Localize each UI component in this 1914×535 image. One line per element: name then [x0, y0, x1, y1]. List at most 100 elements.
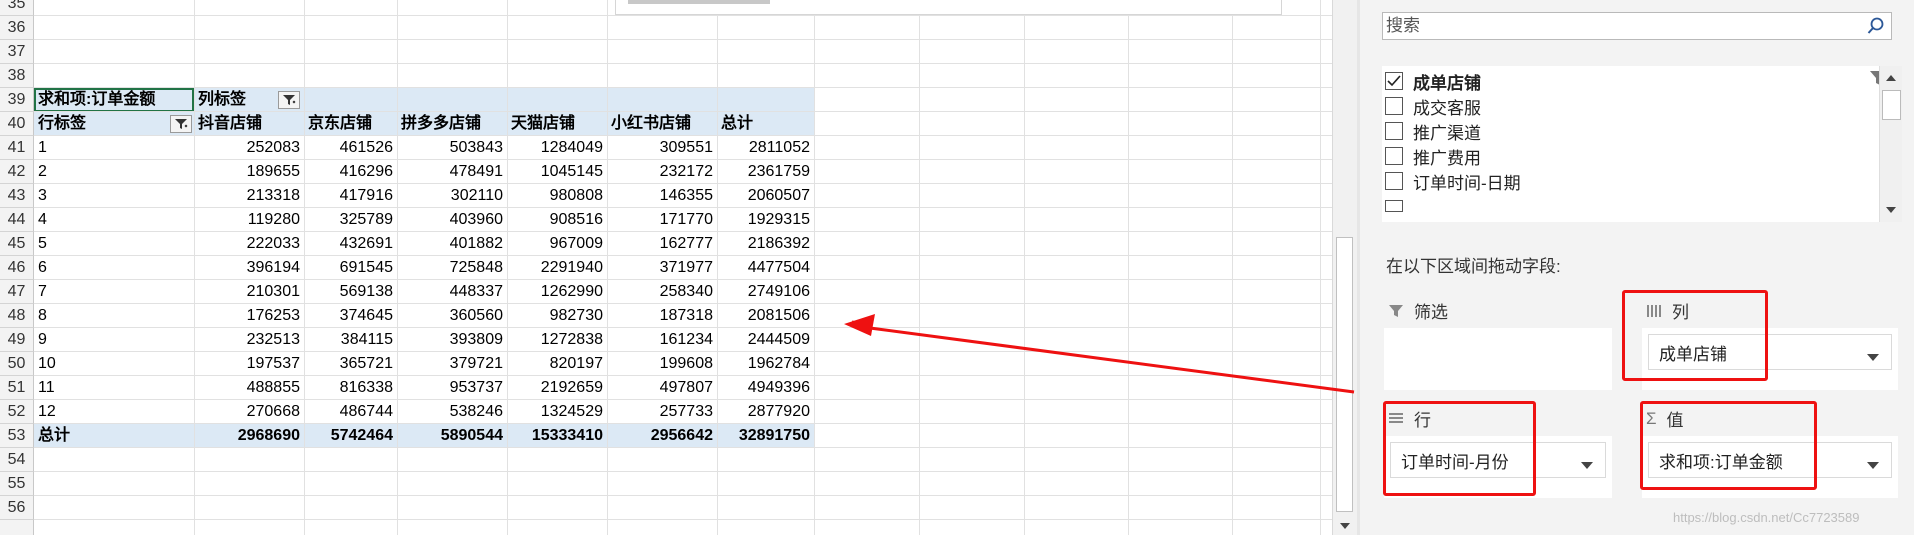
- sheet-row[interactable]: [0, 520, 1332, 535]
- chevron-down-icon[interactable]: [1581, 455, 1593, 475]
- spreadsheet[interactable]: 35 36 37 38 39 求和项:订单金额 列标签 40 行标签 抖音店铺 …: [0, 0, 1332, 535]
- value-cell[interactable]: 222033: [194, 232, 304, 256]
- pivot-total-row[interactable]: 53 总计 2968690 5742464 5890544 15333410 2…: [0, 424, 1332, 448]
- row-header[interactable]: 40: [0, 112, 34, 136]
- value-cell[interactable]: 2186392: [717, 232, 814, 256]
- value-cell[interactable]: 119280: [194, 208, 304, 232]
- value-cell[interactable]: 309551: [607, 136, 717, 160]
- value-cell[interactable]: 270668: [194, 400, 304, 424]
- value-cell[interactable]: 161234: [607, 328, 717, 352]
- total-cell[interactable]: 32891750: [717, 424, 814, 448]
- value-cell[interactable]: 2361759: [717, 160, 814, 184]
- row-header[interactable]: 35: [0, 0, 34, 16]
- field-checkbox[interactable]: [1385, 97, 1403, 115]
- value-cell[interactable]: 820197: [507, 352, 607, 376]
- row-label-cell[interactable]: 9: [34, 328, 194, 352]
- value-cell[interactable]: 497807: [607, 376, 717, 400]
- value-cell[interactable]: 432691: [304, 232, 397, 256]
- value-cell[interactable]: 403960: [397, 208, 507, 232]
- pivot-header-row[interactable]: 40 行标签 抖音店铺 京东店铺 拼多多店铺 天猫店铺 小红书店铺 总计: [0, 112, 1332, 136]
- value-cell[interactable]: 199608: [607, 352, 717, 376]
- value-cell[interactable]: 2811052: [717, 136, 814, 160]
- sheet-row[interactable]: 37: [0, 40, 1332, 64]
- row-header[interactable]: 37: [0, 40, 34, 64]
- value-cell[interactable]: 2081506: [717, 304, 814, 328]
- row-label-cell[interactable]: 7: [34, 280, 194, 304]
- total-label[interactable]: 总计: [34, 424, 194, 448]
- scroll-down-button[interactable]: [1880, 200, 1902, 220]
- value-cell[interactable]: 365721: [304, 352, 397, 376]
- total-cell[interactable]: 5890544: [397, 424, 507, 448]
- row-header[interactable]: 53: [0, 424, 34, 448]
- search-icon[interactable]: [1867, 17, 1885, 40]
- value-cell[interactable]: 252083: [194, 136, 304, 160]
- row-header[interactable]: 55: [0, 472, 34, 496]
- sheet-row[interactable]: 55: [0, 472, 1332, 496]
- sheet-row[interactable]: 38: [0, 64, 1332, 88]
- value-cell[interactable]: 2060507: [717, 184, 814, 208]
- pivot-column-header[interactable]: 抖音店铺: [194, 112, 304, 136]
- row-header[interactable]: 47: [0, 280, 34, 304]
- sheet-row[interactable]: 56: [0, 496, 1332, 520]
- value-cell[interactable]: 417916: [304, 184, 397, 208]
- pivot-data-row[interactable]: 52 12 270668 486744 538246 1324529 257733 28779…: [0, 400, 1332, 424]
- value-cell[interactable]: 384115: [304, 328, 397, 352]
- pivot-data-row[interactable]: 42 2 189655 416296 478491 1045145 232172 236175…: [0, 160, 1332, 184]
- row-filter-button[interactable]: [170, 115, 192, 133]
- row-header[interactable]: 41: [0, 136, 34, 160]
- pivot-column-header[interactable]: 京东店铺: [304, 112, 397, 136]
- total-cell[interactable]: 2968690: [194, 424, 304, 448]
- value-cell[interactable]: 569138: [304, 280, 397, 304]
- column-filter-button[interactable]: [278, 91, 300, 109]
- value-cell[interactable]: 232513: [194, 328, 304, 352]
- row-header[interactable]: 52: [0, 400, 34, 424]
- value-cell[interactable]: 189655: [194, 160, 304, 184]
- value-cell[interactable]: 325789: [304, 208, 397, 232]
- value-cell[interactable]: 488855: [194, 376, 304, 400]
- scroll-down-button[interactable]: [1333, 517, 1357, 535]
- pivot-column-header[interactable]: 小红书店铺: [607, 112, 717, 136]
- row-header[interactable]: 38: [0, 64, 34, 88]
- row-header[interactable]: 42: [0, 160, 34, 184]
- row-header[interactable]: 46: [0, 256, 34, 280]
- value-cell[interactable]: 213318: [194, 184, 304, 208]
- value-cell[interactable]: 478491: [397, 160, 507, 184]
- value-cell[interactable]: 401882: [397, 232, 507, 256]
- value-cell[interactable]: 982730: [507, 304, 607, 328]
- row-header[interactable]: 48: [0, 304, 34, 328]
- value-cell[interactable]: 176253: [194, 304, 304, 328]
- value-cell[interactable]: 1284049: [507, 136, 607, 160]
- value-cell[interactable]: 1272838: [507, 328, 607, 352]
- sheet-vertical-scrollbar[interactable]: [1332, 0, 1357, 535]
- value-cell[interactable]: 448337: [397, 280, 507, 304]
- value-cell[interactable]: 967009: [507, 232, 607, 256]
- filter-area[interactable]: 筛选: [1382, 290, 1614, 390]
- row-label-cell[interactable]: 3: [34, 184, 194, 208]
- value-cell[interactable]: 2749106: [717, 280, 814, 304]
- value-cell[interactable]: 953737: [397, 376, 507, 400]
- field-checkbox[interactable]: [1385, 147, 1403, 165]
- chevron-down-icon[interactable]: [1867, 455, 1879, 475]
- total-cell[interactable]: 5742464: [304, 424, 397, 448]
- pivot-data-row[interactable]: 48 8 176253 374645 360560 982730 187318 2081506: [0, 304, 1332, 328]
- field-list-scrollbar[interactable]: [1879, 66, 1902, 222]
- value-cell[interactable]: 257733: [607, 400, 717, 424]
- value-cell[interactable]: 725848: [397, 256, 507, 280]
- row-label-cell[interactable]: 10: [34, 352, 194, 376]
- field-checkbox[interactable]: [1385, 172, 1403, 190]
- row-label-cell[interactable]: 5: [34, 232, 194, 256]
- row-label-cell[interactable]: 11: [34, 376, 194, 400]
- pivot-title-row[interactable]: 39 求和项:订单金额 列标签: [0, 88, 1332, 112]
- value-cell[interactable]: 2444509: [717, 328, 814, 352]
- total-cell[interactable]: 15333410: [507, 424, 607, 448]
- row-header[interactable]: 39: [0, 88, 34, 112]
- field-item[interactable]: [1382, 191, 1862, 221]
- value-cell[interactable]: 1962784: [717, 352, 814, 376]
- row-header[interactable]: [0, 520, 34, 535]
- field-search-input[interactable]: [1383, 13, 1859, 39]
- pivot-column-header[interactable]: 拼多多店铺: [397, 112, 507, 136]
- value-cell[interactable]: 980808: [507, 184, 607, 208]
- pivot-column-header[interactable]: 总计: [717, 112, 814, 136]
- value-cell[interactable]: 538246: [397, 400, 507, 424]
- value-cell[interactable]: 908516: [507, 208, 607, 232]
